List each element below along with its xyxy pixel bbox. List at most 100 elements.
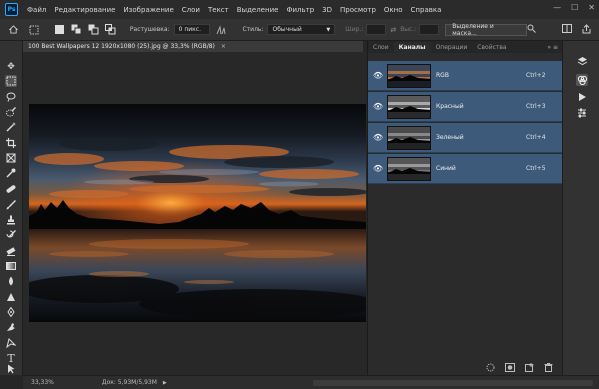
subtract-selection-icon[interactable] xyxy=(88,24,99,35)
status-arrow-icon[interactable]: ▶ xyxy=(163,380,167,386)
document-info[interactable]: Док: 5,93M/5,93M xyxy=(102,379,157,386)
swap-icon[interactable]: ⇄ xyxy=(390,26,396,34)
delete-channel-icon[interactable] xyxy=(544,362,553,374)
dodge-tool-icon[interactable] xyxy=(5,291,17,303)
channel-row-red[interactable]: 👁 Красный Ctrl+3 xyxy=(368,92,563,122)
visibility-eye-icon[interactable]: 👁 xyxy=(371,164,385,173)
move-tool-icon[interactable]: ✥ xyxy=(5,61,17,73)
style-select-value: Обычный xyxy=(272,26,302,33)
menu-image[interactable]: Изображение xyxy=(119,6,177,14)
direct-selection-tool-icon[interactable] xyxy=(5,363,17,375)
smudge-tool-icon[interactable] xyxy=(5,321,17,333)
menu-bar: Ps Файл Редактирование Изображение Слои … xyxy=(0,0,599,19)
home-icon[interactable] xyxy=(8,24,19,35)
channel-row-rgb[interactable]: 👁 RGB Ctrl+2 xyxy=(368,61,563,91)
minimize-icon[interactable]: — xyxy=(553,3,561,12)
style-select[interactable]: Обычный ▼ xyxy=(267,24,336,35)
channel-thumbnail xyxy=(387,156,431,181)
history-brush-tool-icon[interactable] xyxy=(5,229,17,241)
close-document-icon[interactable]: × xyxy=(221,43,226,50)
menu-filter[interactable]: Фильтр xyxy=(282,6,318,14)
eyedropper-tool-icon[interactable] xyxy=(5,167,17,179)
channels-panel-icon[interactable] xyxy=(576,74,588,86)
select-and-mask-button[interactable]: Выделение и маска... xyxy=(445,23,528,37)
document-image[interactable] xyxy=(29,104,366,322)
channel-row-green[interactable]: 👁 Зеленый Ctrl+4 xyxy=(368,123,563,153)
chevron-down-icon: ▼ xyxy=(326,26,331,33)
path-selection-tool-icon[interactable] xyxy=(5,337,17,349)
photoshop-logo-icon: Ps xyxy=(5,3,18,16)
feather-input[interactable]: 0 пикс. xyxy=(173,24,210,35)
new-selection-icon[interactable] xyxy=(54,24,65,35)
options-bar: Растушевка: 0 пикс. Стиль: Обычный ▼ Шир… xyxy=(0,19,599,41)
height-input[interactable] xyxy=(419,24,440,35)
canvas-area[interactable] xyxy=(23,52,367,375)
panel-footer xyxy=(368,361,563,375)
menu-3d[interactable]: 3D xyxy=(318,6,336,14)
tab-actions[interactable]: Операции xyxy=(431,42,473,53)
tab-properties[interactable]: Свойства xyxy=(472,42,511,53)
brush-tool-icon[interactable] xyxy=(5,199,17,211)
save-selection-as-channel-icon[interactable] xyxy=(505,362,515,374)
menu-edit[interactable]: Редактирование xyxy=(50,6,119,14)
tab-layers[interactable]: Слои xyxy=(368,42,394,53)
height-label: Выс.: xyxy=(400,26,417,33)
lasso-tool-icon[interactable] xyxy=(5,91,17,103)
feather-label: Растушевка: xyxy=(129,26,170,33)
eraser-tool-icon[interactable] xyxy=(5,245,17,257)
style-label: Стиль: xyxy=(242,26,264,33)
menu-select[interactable]: Выделение xyxy=(233,6,283,14)
panel-menu-icon[interactable]: » ≡ xyxy=(547,42,562,53)
tab-channels[interactable]: Каналы xyxy=(393,42,431,53)
rectangular-marquee-tool-icon[interactable] xyxy=(5,75,17,87)
load-channel-selection-icon[interactable] xyxy=(486,363,495,374)
new-channel-icon[interactable] xyxy=(525,362,534,374)
channel-shortcut: Ctrl+2 xyxy=(526,72,546,79)
document-title: 100 Best Wallpapers 12 1920x1080 (25).jp… xyxy=(28,43,215,50)
menu-file[interactable]: Файл xyxy=(23,6,50,14)
width-input[interactable] xyxy=(366,24,387,35)
channels-panel: Слои Каналы Операции Свойства » ≡ 👁 RGB … xyxy=(367,41,563,375)
menu-window[interactable]: Окно xyxy=(380,6,407,14)
menu-view[interactable]: Просмотр xyxy=(336,6,380,14)
document-tab[interactable]: 100 Best Wallpapers 12 1920x1080 (25).jp… xyxy=(23,41,363,52)
properties-panel-icon[interactable] xyxy=(576,107,588,119)
channel-name: Зеленый xyxy=(436,134,464,141)
blur-tool-icon[interactable] xyxy=(5,275,17,287)
maximize-icon[interactable]: ☐ xyxy=(571,3,578,12)
share-icon[interactable] xyxy=(582,23,591,36)
add-selection-icon[interactable] xyxy=(71,24,82,35)
clone-stamp-tool-icon[interactable] xyxy=(5,214,17,226)
menu-help[interactable]: Справка xyxy=(407,6,446,14)
menu-layers[interactable]: Слои xyxy=(178,6,204,14)
menu-text[interactable]: Текст xyxy=(204,6,233,14)
channel-shortcut: Ctrl+3 xyxy=(526,103,546,110)
channel-thumbnail xyxy=(387,94,431,119)
gradient-tool-icon[interactable] xyxy=(5,260,17,272)
visibility-eye-icon[interactable]: 👁 xyxy=(371,71,385,80)
crop-tool-icon[interactable] xyxy=(5,137,17,149)
zoom-level[interactable]: 33,33% xyxy=(31,379,54,386)
channel-name: Синий xyxy=(436,165,456,172)
actions-panel-icon[interactable] xyxy=(576,91,588,103)
marquee-preset-icon[interactable] xyxy=(29,24,40,35)
channel-name: Красный xyxy=(436,103,464,110)
quick-selection-tool-icon[interactable] xyxy=(5,106,17,118)
magic-wand-tool-icon[interactable] xyxy=(5,121,17,133)
channel-thumbnail xyxy=(387,63,431,88)
close-window-icon[interactable]: ✕ xyxy=(588,3,595,12)
layers-panel-icon[interactable] xyxy=(576,55,588,67)
frame-tool-icon[interactable] xyxy=(5,152,17,164)
healing-brush-tool-icon[interactable] xyxy=(5,183,17,195)
width-label: Шир.: xyxy=(345,26,364,33)
channel-row-blue[interactable]: 👁 Синий Ctrl+5 xyxy=(368,154,563,184)
channel-thumbnail xyxy=(387,125,431,150)
visibility-eye-icon[interactable]: 👁 xyxy=(371,133,385,142)
workspace-icon[interactable] xyxy=(562,24,573,35)
pen-tool-icon[interactable] xyxy=(5,306,17,318)
visibility-eye-icon[interactable]: 👁 xyxy=(371,102,385,111)
horizontal-scrollbar[interactable] xyxy=(313,380,593,386)
anti-alias-icon[interactable] xyxy=(216,24,227,35)
intersect-selection-icon[interactable] xyxy=(104,24,116,35)
search-icon[interactable] xyxy=(527,24,536,35)
